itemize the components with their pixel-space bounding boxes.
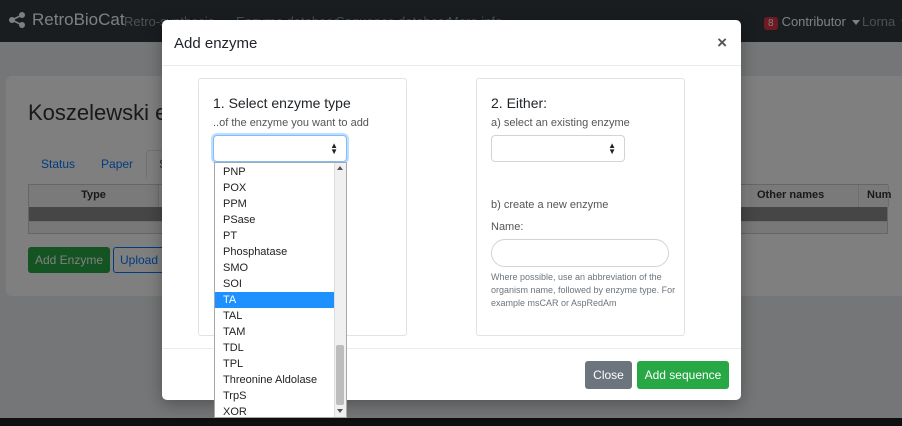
select-arrows-icon: ▲ ▼	[608, 140, 616, 156]
scroll-up-icon[interactable]	[337, 166, 343, 170]
option-threonine-aldolase[interactable]: Threonine Aldolase	[215, 372, 335, 388]
option-pox[interactable]: POX	[215, 180, 335, 196]
step1-heading: 1. Select enzyme type	[213, 95, 351, 111]
dropdown-scrollbar[interactable]	[334, 163, 346, 417]
option-tdl[interactable]: TDL	[215, 340, 335, 356]
name-help-text: Where possible, use an abbreviation of t…	[491, 272, 676, 308]
option-psase[interactable]: PSase	[215, 212, 335, 228]
existing-enzyme-label: a) select an existing enzyme	[491, 117, 630, 129]
add-sequence-button[interactable]: Add sequence	[637, 361, 729, 389]
modal-header: Add enzyme ×	[162, 20, 741, 66]
select-arrows-icon: ▲ ▼	[330, 140, 338, 156]
scrollbar-thumb[interactable]	[336, 345, 344, 405]
modal-title: Add enzyme	[174, 35, 258, 52]
option-pt[interactable]: PT	[215, 228, 335, 244]
option-tam[interactable]: TAM	[215, 324, 335, 340]
option-ta[interactable]: TA	[215, 292, 335, 308]
option-smo[interactable]: SMO	[215, 260, 335, 276]
enzyme-name-input[interactable]	[491, 239, 669, 267]
close-button[interactable]: Close	[585, 361, 632, 389]
option-xor[interactable]: XOR	[215, 404, 335, 417]
enzyme-choice-panel: 2. Either: a) select an existing enzyme …	[476, 78, 685, 336]
option-trps[interactable]: TrpS	[215, 388, 335, 404]
option-phosphatase[interactable]: Phosphatase	[215, 244, 335, 260]
step1-subheading: ..of the enzyme you want to add	[213, 117, 369, 129]
option-pnp[interactable]: PNP	[215, 164, 335, 180]
scroll-down-icon[interactable]	[337, 409, 343, 413]
option-tal[interactable]: TAL	[215, 308, 335, 324]
enzyme-type-select[interactable]: ▲ ▼	[213, 135, 347, 162]
option-soi[interactable]: SOI	[215, 276, 335, 292]
step2-heading: 2. Either:	[491, 95, 548, 111]
enzyme-type-dropdown-list: PNP POX PPM PSase PT Phosphatase SMO SOI…	[214, 162, 347, 418]
option-tpl[interactable]: TPL	[215, 356, 335, 372]
name-label: Name:	[491, 221, 524, 233]
create-enzyme-label: b) create a new enzyme	[491, 199, 609, 211]
option-ppm[interactable]: PPM	[215, 196, 335, 212]
close-icon[interactable]: ×	[717, 33, 727, 53]
existing-enzyme-select[interactable]: ▲ ▼	[491, 135, 625, 162]
